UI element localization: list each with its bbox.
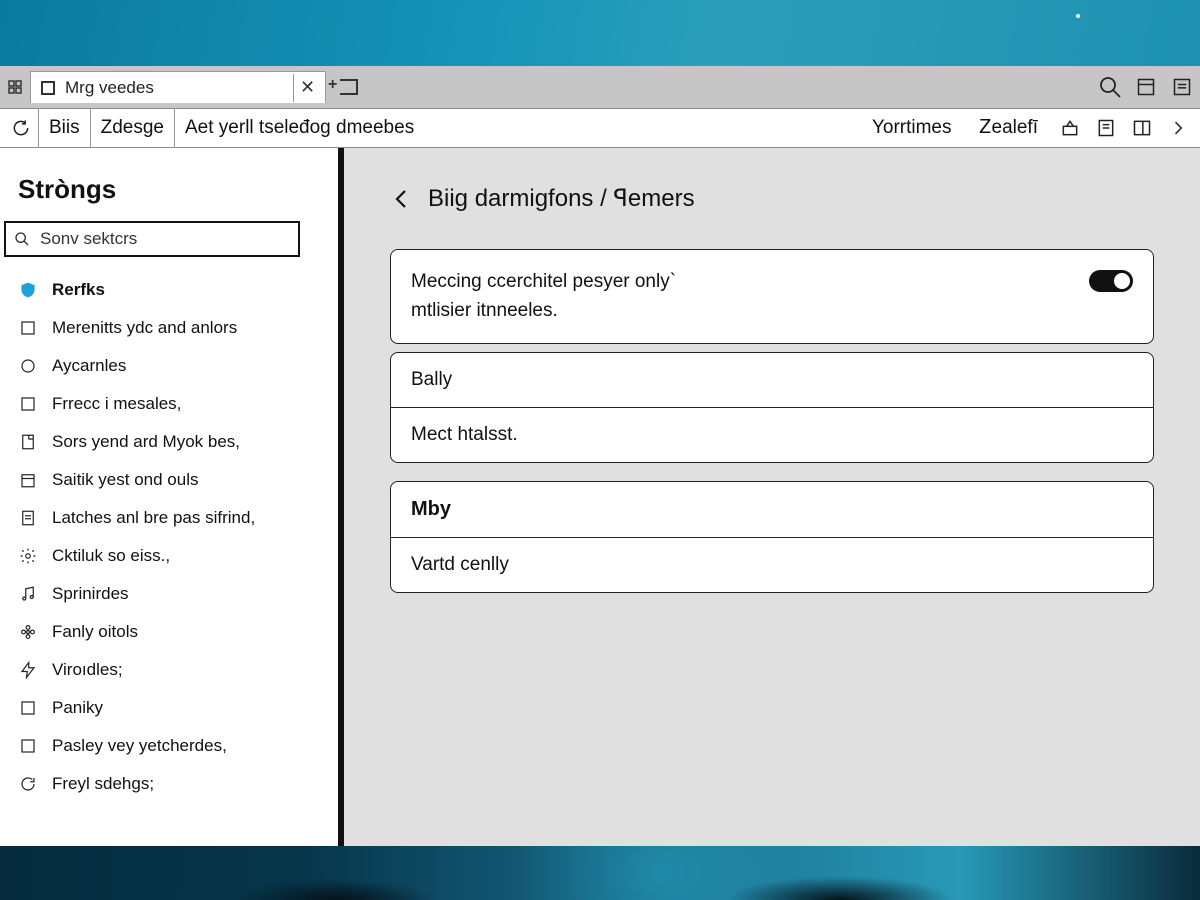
sidebar-item-label: Pasley vey yetcherdes, bbox=[52, 736, 227, 756]
desktop-wallpaper-bottom bbox=[0, 846, 1200, 900]
toggle-description: Meccing ccerchitel pesyer only` mtlisier… bbox=[411, 268, 1073, 325]
sidebar-item[interactable]: Frrecc i mesales, bbox=[0, 385, 338, 423]
sidebar-item[interactable]: Saitik yest ond ouls bbox=[0, 461, 338, 499]
upload-icon[interactable] bbox=[1052, 110, 1088, 146]
close-tab-button[interactable]: ✕ bbox=[293, 74, 321, 102]
page-icon[interactable] bbox=[1088, 110, 1124, 146]
browser-window: Mrg veedes ✕ Biis Zdesge Aet yerll tsele… bbox=[0, 66, 1200, 846]
search-icon[interactable] bbox=[1092, 69, 1128, 105]
square-icon bbox=[18, 395, 38, 413]
desktop-wallpaper-top bbox=[0, 0, 1200, 66]
settings-search-input[interactable]: Sonv sektcrs bbox=[4, 221, 300, 257]
toggle-card: Meccing ccerchitel pesyer only` mtlisier… bbox=[390, 249, 1154, 344]
page-icon bbox=[41, 81, 55, 95]
square-icon bbox=[18, 737, 38, 755]
option-group: Bally Mect htalsst. bbox=[390, 352, 1154, 463]
tab-title: Mrg veedes bbox=[65, 78, 283, 98]
sidebar-item[interactable]: Viroıdles; bbox=[0, 651, 338, 689]
note-icon bbox=[18, 585, 38, 603]
flower-icon bbox=[18, 623, 38, 641]
sidebar-heading: Stròngs bbox=[0, 168, 338, 221]
menu-icon[interactable] bbox=[1164, 69, 1200, 105]
refresh-icon bbox=[18, 775, 38, 793]
square-icon bbox=[18, 699, 38, 717]
toolbar-link[interactable]: Yorrtimes bbox=[858, 117, 966, 139]
sidebar-item[interactable]: Fanly oitols bbox=[0, 613, 338, 651]
calendar-icon bbox=[18, 471, 38, 489]
breadcrumb-item[interactable]: Aet yerll tseleđog dmeebes bbox=[175, 108, 424, 148]
sidebar-item[interactable]: Merenitts ydc and anlors bbox=[0, 309, 338, 347]
option-row[interactable]: Mect htalsst. bbox=[391, 407, 1153, 462]
toggle-switch[interactable] bbox=[1089, 270, 1133, 292]
sidebar-item-label: Viroıdles; bbox=[52, 660, 123, 680]
sidebar-item[interactable]: Sprinirdes bbox=[0, 575, 338, 613]
sidebar-item-label: Sprinirdes bbox=[52, 584, 129, 604]
sidebar-item[interactable]: Aycarnles bbox=[0, 347, 338, 385]
sidebar-item[interactable]: Cktiluk so eiss., bbox=[0, 537, 338, 575]
sidebar-item[interactable]: Rerfks bbox=[0, 271, 338, 309]
toolbar: Biis Zdesge Aet yerll tseleđog dmeebes Y… bbox=[0, 108, 1200, 148]
sidebar-item-label: Latches anl bre pas sifrind, bbox=[52, 508, 255, 528]
option-row[interactable]: Vartd cenlly bbox=[391, 537, 1153, 592]
square-icon bbox=[18, 319, 38, 337]
breadcrumb-item[interactable]: Biis bbox=[38, 108, 91, 148]
settings-nav: Rerfks Merenitts ydc and anlors Aycarnles F… bbox=[0, 271, 338, 803]
doc2-icon bbox=[18, 509, 38, 527]
browser-tab[interactable]: Mrg veedes ✕ bbox=[30, 71, 326, 103]
sidebar-item-label: Saitik yest ond ouls bbox=[52, 470, 198, 490]
sidebar-item[interactable]: Latches anl bre pas sifrind, bbox=[0, 499, 338, 537]
sidebar-item[interactable]: Freyl sdehgs; bbox=[0, 765, 338, 803]
chevron-right-icon[interactable] bbox=[1160, 110, 1196, 146]
toolbar-link[interactable]: Ꮓealefī bbox=[966, 117, 1053, 139]
panel-icon[interactable] bbox=[1128, 69, 1164, 105]
new-tab-button[interactable] bbox=[332, 70, 366, 104]
settings-sidebar: Stròngs Sonv sektcrs Rerfks Merenitts ydc… bbox=[0, 148, 344, 846]
window-menu-icon[interactable] bbox=[0, 66, 30, 108]
breadcrumb-item[interactable]: Zdesge bbox=[91, 108, 175, 148]
sidebar-item-label: Sors yend ard Myok bes, bbox=[52, 432, 240, 452]
sidebar-item-label: Freyl sdehgs; bbox=[52, 774, 154, 794]
sidebar-item[interactable]: Sors yend ard Myok bes, bbox=[0, 423, 338, 461]
bolt-icon bbox=[18, 661, 38, 679]
settings-content: Biig darmigfons / ꟼemers Meccing ccerchi… bbox=[344, 148, 1200, 846]
shield-icon bbox=[18, 281, 38, 299]
sidebar-item-label: Frrecc i mesales, bbox=[52, 394, 181, 414]
sidebar-item-label: Fanly oitols bbox=[52, 622, 138, 642]
search-placeholder: Sonv sektcrs bbox=[40, 229, 137, 249]
sidebar-item-label: Rerfks bbox=[52, 280, 105, 300]
gear-icon bbox=[18, 547, 38, 565]
sidebar-item[interactable]: Pasley vey yetcherdes, bbox=[0, 727, 338, 765]
option-row[interactable]: Bally bbox=[391, 353, 1153, 407]
sidebar-item-label: Merenitts ydc and anlors bbox=[52, 318, 237, 338]
plus-icon bbox=[340, 79, 358, 95]
back-button[interactable] bbox=[390, 187, 414, 211]
sidebar-item[interactable]: Paniky bbox=[0, 689, 338, 727]
refresh-button[interactable] bbox=[4, 111, 38, 145]
content-header: Biig darmigfons / ꟼemers bbox=[390, 184, 1154, 213]
doc-icon bbox=[18, 433, 38, 451]
circle-icon bbox=[18, 357, 38, 375]
option-group: Mby Vartd cenlly bbox=[390, 481, 1154, 593]
tab-strip: Mrg veedes ✕ bbox=[0, 66, 1200, 108]
sidebar-item-label: Paniky bbox=[52, 698, 103, 718]
sidebar-item-label: Cktiluk so eiss., bbox=[52, 546, 170, 566]
settings-body: Stròngs Sonv sektcrs Rerfks Merenitts ydc… bbox=[0, 148, 1200, 846]
breadcrumb: Biis Zdesge Aet yerll tseleđog dmeebes bbox=[38, 108, 424, 148]
sidebar-item-label: Aycarnles bbox=[52, 356, 126, 376]
content-title: Biig darmigfons / ꟼemers bbox=[428, 184, 695, 213]
layout-icon[interactable] bbox=[1124, 110, 1160, 146]
option-group-heading: Mby bbox=[391, 482, 1153, 537]
